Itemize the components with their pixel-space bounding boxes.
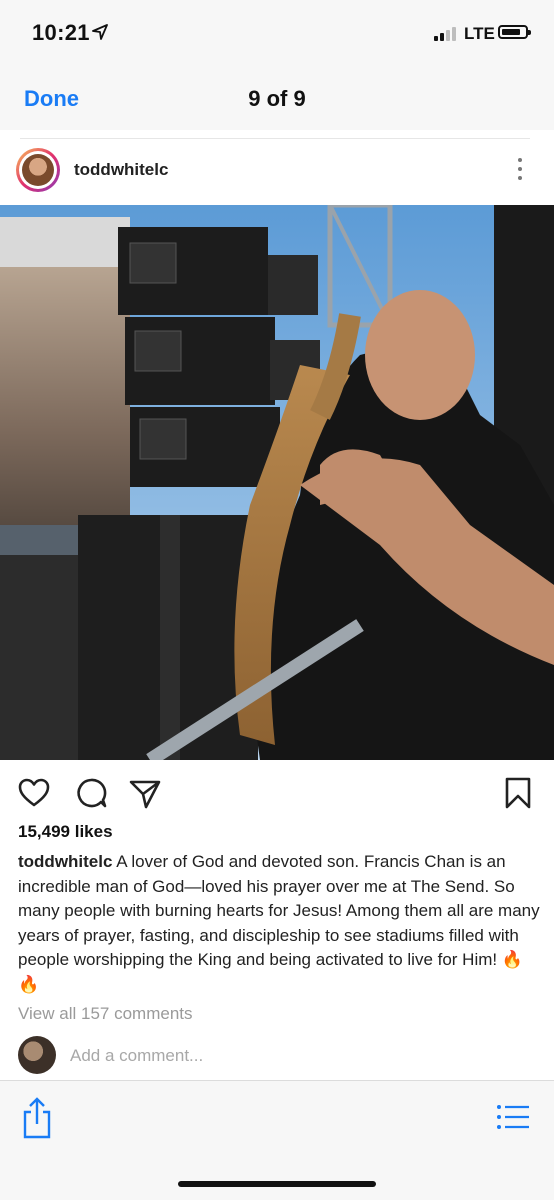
heart-icon[interactable]: [17, 776, 51, 810]
status-bar: 10:21 LTE: [0, 0, 554, 66]
list-icon[interactable]: [496, 1103, 530, 1131]
caption-text: A lover of God and devoted son. Francis …: [18, 852, 540, 994]
status-time: 10:21: [32, 20, 90, 45]
post-caption: toddwhitelc A lover of God and devoted s…: [18, 850, 543, 997]
battery-icon: [498, 25, 531, 39]
commenter-avatar: [18, 1036, 56, 1074]
send-icon[interactable]: [128, 776, 162, 810]
comment-icon[interactable]: [74, 776, 108, 810]
post-username[interactable]: toddwhitelc: [74, 160, 168, 180]
post-photo[interactable]: [0, 205, 554, 760]
view-all-comments-link[interactable]: View all 157 comments: [18, 1004, 193, 1024]
post-screenshot: toddwhitelc 15,499 likes toddwhitelc A l…: [0, 130, 554, 1080]
share-icon[interactable]: [22, 1097, 52, 1139]
home-indicator[interactable]: [178, 1181, 376, 1187]
image-counter: 9 of 9: [248, 86, 306, 111]
caption-username[interactable]: toddwhitelc: [18, 852, 112, 871]
location-arrow-icon: [92, 24, 108, 40]
signal-bars-icon: [434, 27, 458, 41]
profile-avatar[interactable]: [16, 148, 60, 192]
add-comment-input[interactable]: Add a comment...: [70, 1046, 203, 1066]
cropped-edge: [20, 130, 530, 139]
more-options-icon[interactable]: [516, 158, 524, 184]
bottom-toolbar: [0, 1080, 554, 1200]
network-type: LTE: [464, 24, 495, 43]
likes-count[interactable]: 15,499 likes: [18, 822, 113, 842]
bookmark-icon[interactable]: [503, 776, 533, 810]
post-actions: [0, 772, 554, 812]
viewer-nav-bar: Done 9 of 9: [0, 66, 554, 130]
